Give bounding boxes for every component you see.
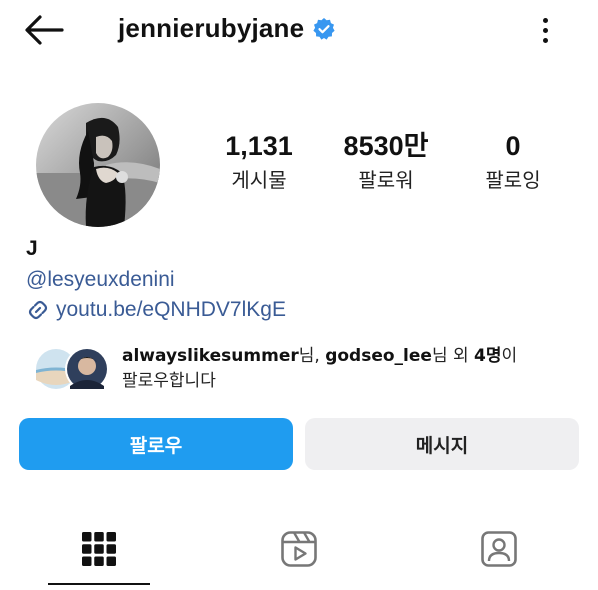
tab-reels[interactable] (239, 524, 359, 574)
following-count: 0 (505, 131, 521, 161)
posts-stat[interactable]: 1,131 게시물 (194, 130, 324, 192)
bio-website-link[interactable]: youtu.be/eQNHDV7lKgE (26, 298, 286, 322)
mutual-followers-avatars[interactable] (34, 346, 110, 392)
posts-count: 1,131 (225, 131, 293, 161)
posts-label: 게시물 (231, 168, 287, 192)
grid-icon (82, 532, 116, 566)
avatar-photo (36, 103, 160, 227)
bio-link-text: youtu.be/eQNHDV7lKgE (56, 298, 286, 321)
arrow-left-icon (25, 15, 64, 45)
tagged-user-icon (481, 531, 517, 567)
link-icon (28, 300, 48, 320)
bio-mention-link[interactable]: @lesyeuxdenini (26, 268, 175, 292)
following-label: 팔로잉 (485, 168, 541, 192)
reels-icon (281, 531, 317, 567)
followers-stat[interactable]: 8530만 팔로워 (321, 130, 451, 192)
message-button[interactable]: 메시지 (305, 418, 579, 470)
more-vertical-icon (542, 17, 548, 23)
tab-posts-grid[interactable] (39, 524, 159, 574)
mutual-followers-text[interactable]: alwayslikesummer님, godseo_lee님 외 4명이 팔로우… (122, 344, 582, 394)
verified-badge-icon (313, 17, 335, 40)
following-stat[interactable]: 0 팔로잉 (448, 130, 578, 192)
active-tab-indicator (48, 583, 150, 585)
mutual-others-count[interactable]: 4명 (474, 346, 501, 366)
followers-count: 8530만 (343, 131, 429, 161)
mutual-avatar-2 (67, 349, 107, 389)
profile-avatar[interactable] (36, 103, 160, 227)
mutual-user-1[interactable]: alwayslikesummer (122, 346, 299, 366)
bio-name: J (26, 237, 38, 260)
back-button[interactable] (22, 12, 66, 48)
followers-label: 팔로워 (358, 168, 414, 192)
mutual-followers-suffix: 팔로우합니다 (122, 371, 216, 391)
tab-tagged[interactable] (439, 524, 559, 574)
mutual-user-2[interactable]: godseo_lee (325, 346, 432, 366)
follow-button[interactable]: 팔로우 (19, 418, 293, 470)
username: jennierubyjane (118, 13, 305, 43)
more-options-button[interactable] (532, 12, 558, 48)
profile-header: jennierubyjane (118, 13, 336, 44)
